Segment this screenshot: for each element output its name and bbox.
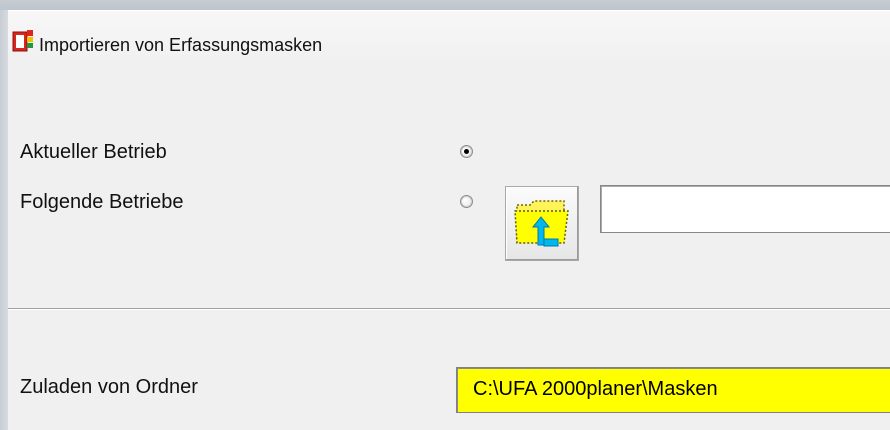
following-businesses-label: Folgende Betriebe bbox=[20, 191, 184, 213]
window-title: Importieren von Erfassungsmasken bbox=[39, 35, 323, 55]
folder-path-value: C:\UFA 2000planer\Masken bbox=[473, 378, 718, 400]
folder-path-field[interactable]: C:\UFA 2000planer\Masken bbox=[456, 367, 890, 413]
radio-selected-dot bbox=[464, 149, 469, 154]
window-left-border bbox=[0, 10, 8, 430]
app-icon bbox=[12, 29, 34, 53]
browse-businesses-button[interactable] bbox=[505, 186, 579, 261]
import-dialog: Importieren von Erfassungsmasken Aktuell… bbox=[0, 0, 890, 430]
window-top-border bbox=[0, 0, 890, 10]
current-business-label: Aktueller Betrieb bbox=[20, 141, 167, 163]
businesses-input[interactable] bbox=[600, 185, 890, 233]
current-business-radio[interactable] bbox=[460, 145, 473, 158]
following-businesses-radio[interactable] bbox=[460, 195, 473, 208]
title-bar[interactable]: Importieren von Erfassungsmasken bbox=[8, 10, 890, 74]
section-separator bbox=[8, 308, 890, 310]
load-from-folder-label: Zuladen von Ordner bbox=[20, 376, 198, 398]
folder-upload-icon bbox=[514, 200, 569, 247]
dialog-client-area: Aktueller Betrieb Folgende Betriebe Zula… bbox=[8, 73, 890, 430]
